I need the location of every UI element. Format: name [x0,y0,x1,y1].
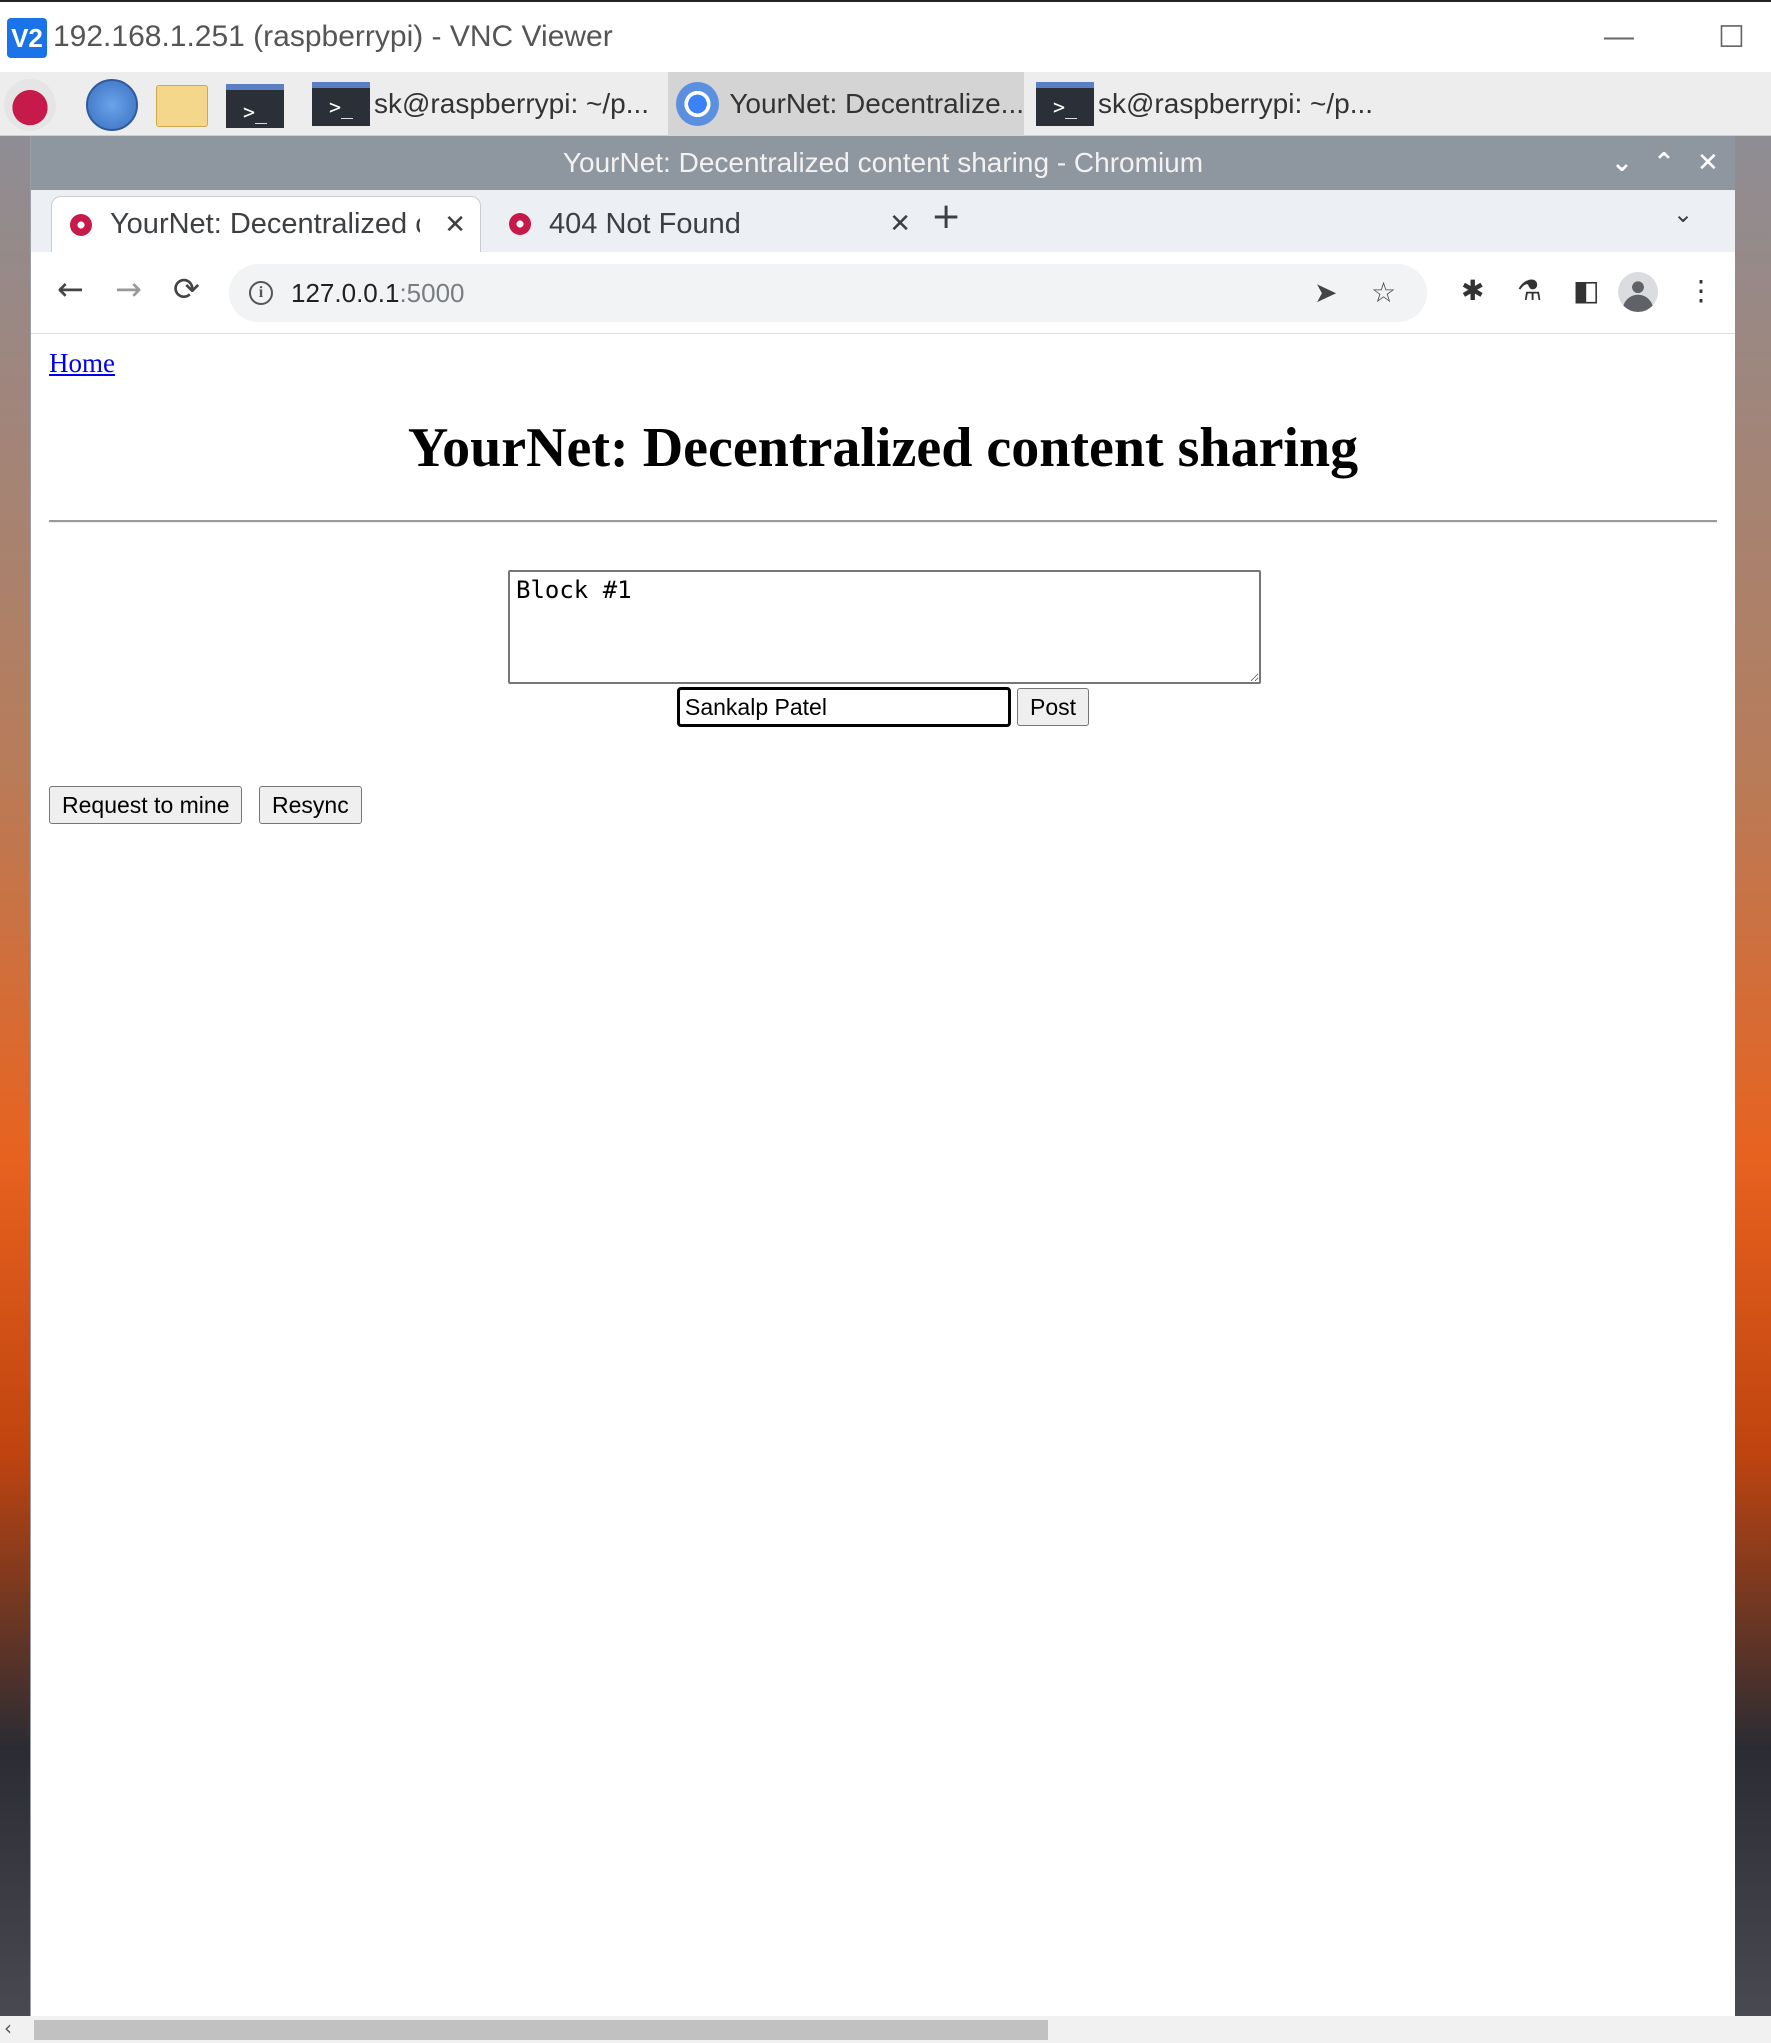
tab-close-icon[interactable]: ✕ [444,210,466,240]
side-panel-icon[interactable]: ◧ [1573,274,1599,307]
tab-yournet[interactable]: YourNet: Decentralized co ✕ [51,196,481,252]
resync-button[interactable]: Resync [259,786,362,824]
reload-icon[interactable]: ⟳ [173,270,200,308]
browser-toolbar: ← → ⟳ i 127.0.0.1:5000 ➤ ☆ ✱ ⚗ ◧ ⋮ [31,252,1735,334]
terminal-icon[interactable]: >_ [226,84,284,128]
taskbar-item-label: YourNet: Decentralize... [729,88,1024,119]
tab-label: 404 Not Found [549,207,741,240]
url-port: :5000 [399,278,465,308]
taskbar-item-chromium[interactable]: YourNet: Decentralize... [668,72,1024,136]
labs-flask-icon[interactable]: ⚗ [1517,274,1542,307]
file-manager-icon[interactable] [156,85,208,127]
vnc-window-title: 192.168.1.251 (raspberrypi) - VNC Viewer [53,20,613,53]
site-info-icon[interactable]: i [249,281,273,305]
taskbar: >_ >_ sk@raspberrypi: ~/p... YourNet: De… [0,72,1771,136]
tab-404[interactable]: 404 Not Found ✕ [491,196,925,252]
tab-close-icon[interactable]: ✕ [889,209,911,239]
web-browser-icon[interactable] [86,79,138,131]
terminal-icon: >_ [1036,82,1094,126]
chromium-icon [676,82,720,126]
taskbar-item-label: sk@raspberrypi: ~/p... [374,88,650,119]
home-link[interactable]: Home [49,348,115,379]
chromium-titlebar: YourNet: Decentralized content sharing -… [31,136,1735,190]
taskbar-item-terminal-2[interactable]: >_ sk@raspberrypi: ~/p... [1030,72,1386,136]
raspberry-menu-icon[interactable] [4,79,56,131]
author-name-input[interactable] [677,687,1011,727]
window-maximize-icon[interactable]: ⌃ [1653,136,1675,190]
vnc-logo-icon: V2 [7,18,47,58]
new-tab-button[interactable]: + [931,196,961,237]
tab-search-icon[interactable]: ⌄ [1673,200,1693,228]
extensions-puzzle-icon[interactable]: ✱ [1461,274,1484,307]
chromium-window-title: YourNet: Decentralized content sharing -… [562,147,1204,178]
horizontal-scrollbar[interactable]: ‹ [0,2016,1771,2043]
taskbar-item-label: sk@raspberrypi: ~/p... [1098,88,1374,119]
terminal-icon: >_ [312,82,370,126]
maximize-button[interactable]: ☐ [1718,20,1745,55]
request-to-mine-button[interactable]: Request to mine [49,786,243,824]
url-host: 127.0.0.1 [291,278,400,308]
post-button[interactable]: Post [1017,688,1090,726]
chromium-window: YourNet: Decentralized content sharing -… [30,136,1735,2016]
send-share-icon[interactable]: ➤ [1314,276,1337,309]
page-title: YourNet: Decentralized content sharing [407,417,1359,479]
post-content-textarea[interactable]: Block #1 [508,570,1261,684]
vnc-titlebar: V2 192.168.1.251 (raspberrypi) - VNC Vie… [0,0,1771,72]
tab-label: YourNet: Decentralized co [110,208,420,240]
profile-avatar-icon[interactable] [1618,272,1658,312]
scroll-left-icon[interactable]: ‹ [4,2016,12,2040]
taskbar-item-terminal-1[interactable]: >_ sk@raspberrypi: ~/p... [306,72,662,136]
raspberry-favicon-icon [509,213,531,235]
minimize-button[interactable]: — [1604,20,1634,54]
raspberry-favicon-icon [70,213,92,236]
bookmark-star-icon[interactable]: ☆ [1371,276,1396,309]
address-bar[interactable]: i 127.0.0.1:5000 ➤ ☆ [229,264,1427,322]
tab-strip: YourNet: Decentralized co ✕ 404 Not Foun… [31,190,1735,252]
url-text[interactable]: 127.0.0.1:5000 [291,278,465,309]
forward-arrow-icon[interactable]: → [115,270,142,308]
window-close-icon[interactable]: ✕ [1697,136,1719,190]
divider [49,520,1717,523]
back-arrow-icon[interactable]: ← [57,270,84,308]
window-minimize-icon[interactable]: ⌄ [1611,136,1633,190]
scrollbar-thumb[interactable] [34,2020,1048,2040]
page-content: Home YourNet: Decentralized content shar… [31,334,1735,2016]
menu-kebab-icon[interactable]: ⋮ [1687,274,1715,307]
